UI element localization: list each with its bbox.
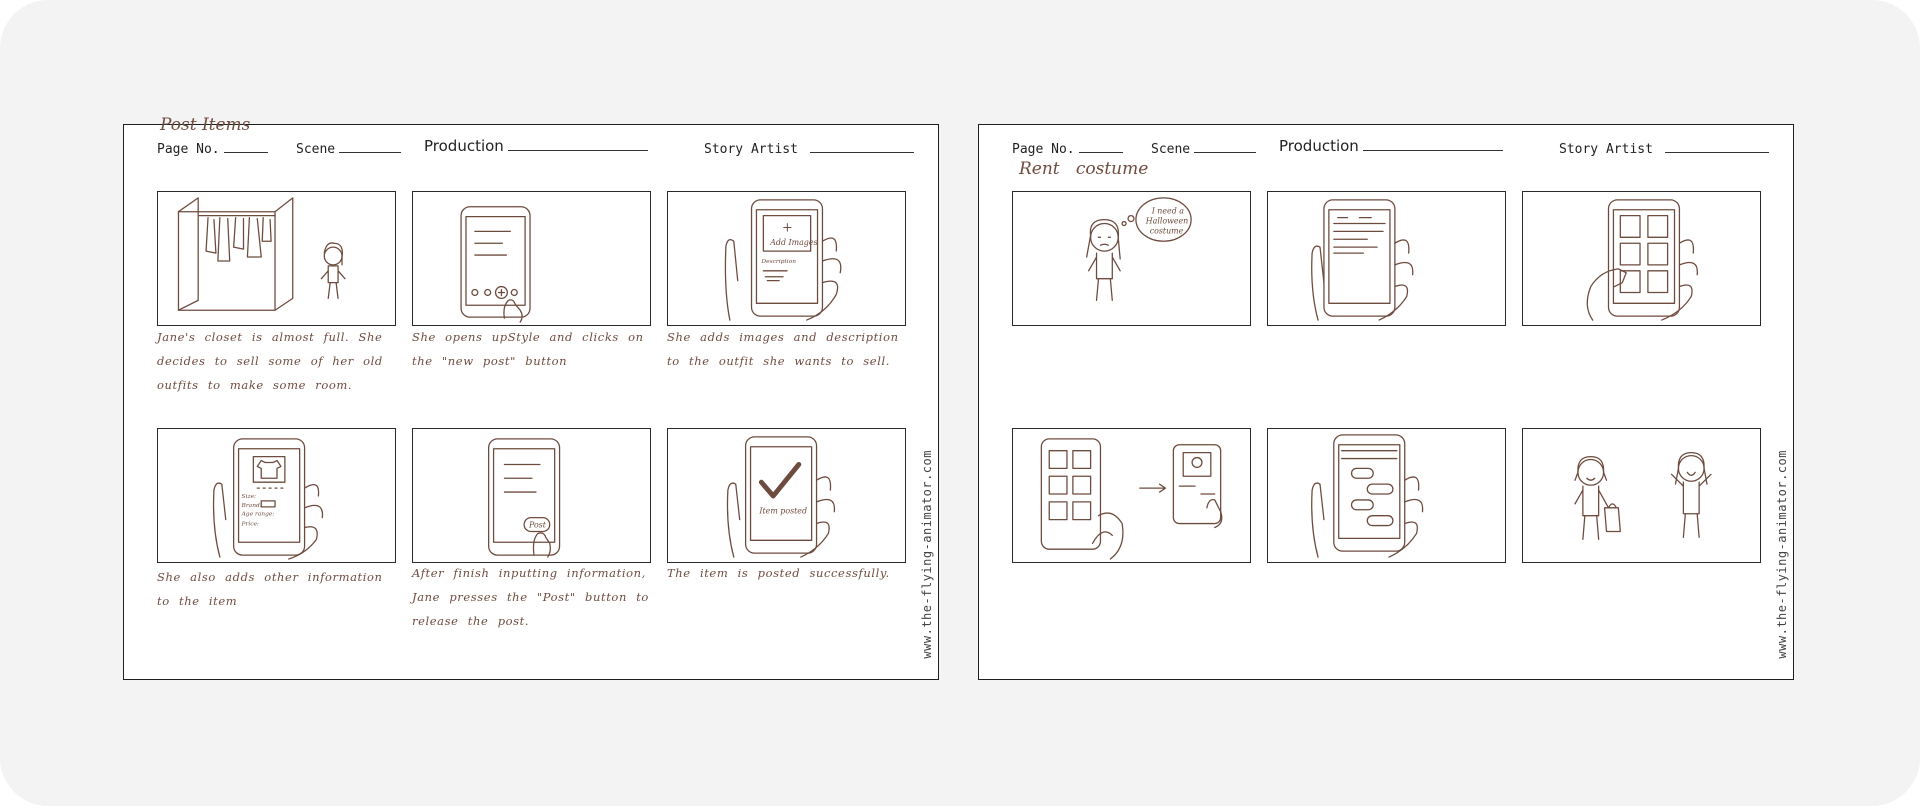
story-artist-label: Story Artist bbox=[704, 142, 798, 157]
scene-label: Scene bbox=[296, 142, 336, 157]
phone-chat-sketch bbox=[1311, 434, 1424, 558]
girl-thinking-sketch: I need a Halloween costume bbox=[1086, 197, 1192, 302]
production-label: Production bbox=[1279, 137, 1359, 155]
production-label: Production bbox=[424, 137, 504, 155]
panel-select-costume bbox=[1012, 428, 1251, 563]
svg-text:+: + bbox=[782, 220, 793, 235]
phone-new-post-sketch bbox=[460, 206, 531, 323]
phone-item-posted-sketch: Item posted bbox=[726, 436, 836, 558]
page-no-label: Page No. bbox=[157, 142, 220, 157]
sheet-title: Post Items bbox=[160, 115, 251, 135]
storyboard-sheet-rent-costume: Page No. Scene Production Story Artist R… bbox=[978, 124, 1794, 680]
panel-add-images: + Add Images Description bbox=[667, 191, 906, 326]
story-artist-label: Story Artist bbox=[1559, 142, 1653, 157]
page-no-label: Page No. bbox=[1012, 142, 1075, 157]
svg-text:costume: costume bbox=[1150, 226, 1184, 235]
scene-label: Scene bbox=[1151, 142, 1191, 157]
phone-grid-to-detail-sketch bbox=[1040, 438, 1223, 560]
sheet-header: Page No. Scene Production Story Artist bbox=[979, 137, 1793, 159]
phone-post-sketch: Post bbox=[488, 438, 561, 558]
svg-text:Price:: Price: bbox=[241, 522, 259, 528]
phone-search-sketch bbox=[1311, 199, 1414, 321]
panel-new-post-button bbox=[412, 191, 651, 326]
panel-search-filters bbox=[1267, 191, 1506, 326]
svg-text:Post: Post bbox=[528, 521, 547, 530]
panel-new-post-caption: She opens upStyle and clicks on the "new… bbox=[412, 330, 644, 368]
sheet-header: Page No. Scene Production Story Artist bbox=[124, 137, 938, 159]
svg-text:Add Images: Add Images bbox=[769, 238, 817, 247]
panel-need-costume: I need a Halloween costume bbox=[1012, 191, 1251, 326]
phone-grid-sketch bbox=[1586, 199, 1698, 321]
panel-happy-customer bbox=[1522, 428, 1761, 563]
svg-text:Halloween: Halloween bbox=[1145, 217, 1188, 226]
phone-item-info-sketch: Size: Brand: Age range: Price: bbox=[212, 438, 324, 560]
watermark-url: www.the-flying-animator.com bbox=[1775, 450, 1789, 659]
panel-chat-owner bbox=[1267, 428, 1506, 563]
sheet-title: Rent costume bbox=[1019, 159, 1149, 179]
watermark-url: www.the-flying-animator.com bbox=[920, 450, 934, 659]
panel-closet-caption: Jane's closet is almost full. She decide… bbox=[157, 330, 383, 392]
svg-text:Size:: Size: bbox=[242, 494, 257, 500]
svg-text:Description: Description bbox=[760, 259, 796, 265]
panel-closet bbox=[157, 191, 396, 326]
two-girls-sketch bbox=[1574, 452, 1712, 540]
svg-text:I need a: I need a bbox=[1151, 207, 1185, 216]
svg-text:Item posted: Item posted bbox=[758, 507, 807, 516]
closet-sketch bbox=[177, 197, 346, 311]
panel-item-info: Size: Brand: Age range: Price: bbox=[157, 428, 396, 563]
svg-text:Brand:: Brand: bbox=[241, 503, 262, 509]
panel-item-info-caption: She also adds other information to the i… bbox=[157, 570, 383, 608]
storyboard-sheet-post-items: Post Items Page No. Scene Production Sto… bbox=[123, 115, 939, 680]
svg-text:Age range:: Age range: bbox=[241, 512, 275, 518]
panel-post-button: Post bbox=[412, 428, 651, 563]
panel-browse-costumes bbox=[1522, 191, 1761, 326]
phone-add-images-sketch: + Add Images Description bbox=[724, 199, 842, 321]
panel-item-posted-caption: The item is posted successfully. bbox=[667, 566, 890, 580]
panel-add-images-caption: She adds images and description to the o… bbox=[667, 330, 899, 368]
panel-post-caption: After finish inputting information, Jane… bbox=[412, 566, 649, 628]
panel-item-posted: Item posted bbox=[667, 428, 906, 563]
